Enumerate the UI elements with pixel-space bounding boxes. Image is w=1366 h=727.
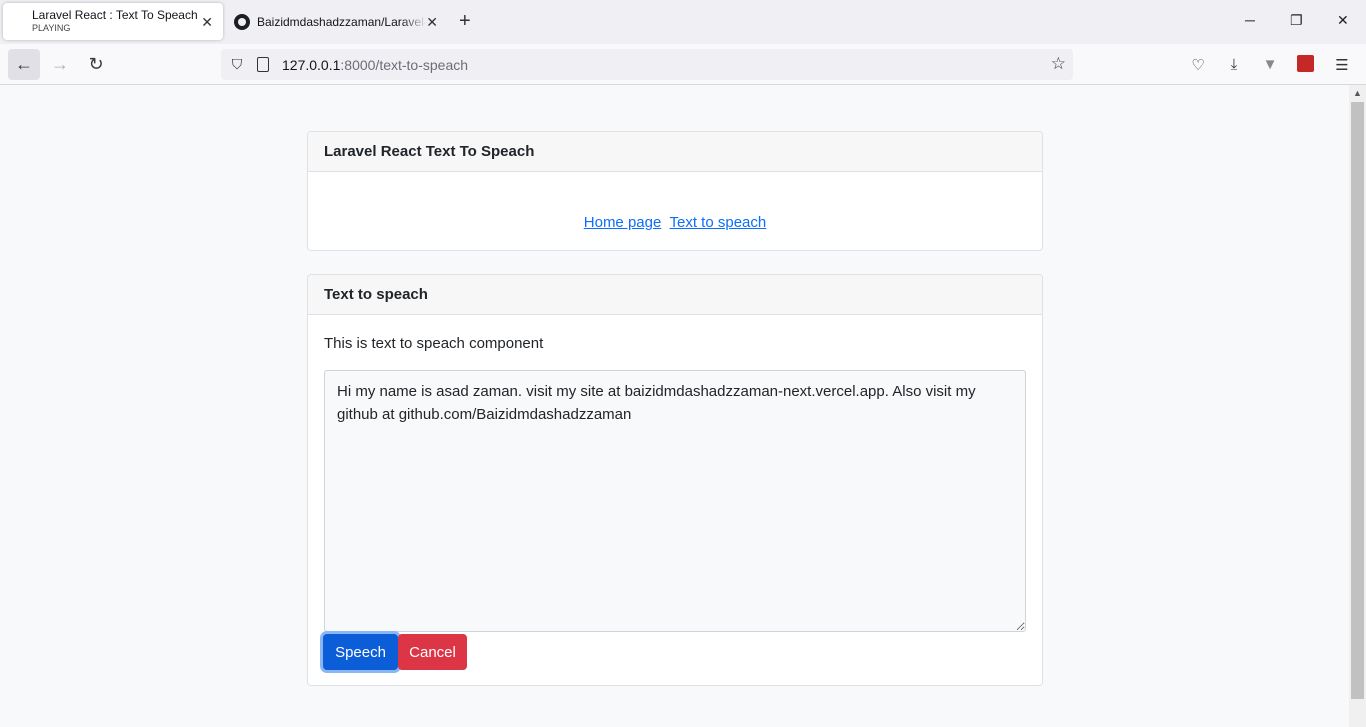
arrow-right-icon[interactable]: →: [44, 49, 76, 80]
nav-links: Home page Text to speach: [308, 214, 1042, 231]
tab-bar: Laravel React : Text To Speach PLAYING ✕…: [0, 0, 1366, 44]
tts-textarea[interactable]: Hi my name is asad zaman. visit my site …: [324, 370, 1026, 632]
extension-icon[interactable]: ▼: [1261, 56, 1279, 73]
scroll-up-icon[interactable]: ▲: [1353, 88, 1362, 98]
url-bar[interactable]: ⛉ 127.0.0.1:8000/text-to-speach ☆: [221, 49, 1073, 80]
tts-card: Text to speach This is text to speach co…: [307, 274, 1043, 686]
close-icon[interactable]: ✕: [426, 14, 438, 31]
download-icon[interactable]: ⤓: [1225, 56, 1243, 73]
cancel-button[interactable]: Cancel: [398, 634, 467, 670]
close-icon[interactable]: ✕: [201, 14, 213, 31]
url-text[interactable]: 127.0.0.1:8000/text-to-speach: [282, 57, 468, 73]
tab-github[interactable]: Baizidmdashadzzaman/Laravel- ✕: [234, 3, 444, 40]
addon-icon[interactable]: [1297, 55, 1314, 72]
tab-playing-label: PLAYING: [32, 22, 71, 33]
navigation-toolbar: ← → ↻ ⛉ 127.0.0.1:8000/text-to-speach ☆ …: [0, 44, 1366, 85]
github-icon: [234, 13, 250, 30]
tts-description: This is text to speach component: [324, 335, 544, 352]
tab-title: Laravel React : Text To Speach: [32, 7, 198, 22]
header-card: Laravel React Text To Speach Home page T…: [307, 131, 1043, 251]
star-icon[interactable]: ☆: [1051, 54, 1066, 74]
shield-icon[interactable]: ⛉: [229, 56, 245, 73]
hamburger-icon[interactable]: ☰: [1333, 56, 1351, 74]
pocket-icon[interactable]: ♡: [1189, 56, 1207, 74]
speech-button[interactable]: Speech: [323, 634, 398, 670]
url-host: 127.0.0.1: [282, 56, 341, 73]
scrollbar[interactable]: ▲: [1349, 85, 1366, 727]
tts-card-title: Text to speach: [308, 275, 1042, 315]
home-page-link[interactable]: Home page: [584, 214, 662, 231]
window-close-icon[interactable]: ✕: [1337, 12, 1349, 29]
url-path: :8000/text-to-speach: [340, 56, 469, 73]
tab-title: Baizidmdashadzzaman/Laravel-: [257, 14, 427, 29]
tab-laravel-react[interactable]: Laravel React : Text To Speach PLAYING ✕: [3, 3, 223, 40]
restore-icon[interactable]: ❐: [1290, 12, 1303, 29]
plus-icon[interactable]: +: [459, 10, 471, 32]
scrollbar-thumb[interactable]: [1351, 102, 1364, 699]
arrow-left-icon[interactable]: ←: [8, 49, 40, 80]
text-to-speach-link[interactable]: Text to speach: [670, 214, 767, 231]
header-card-title: Laravel React Text To Speach: [308, 132, 1042, 172]
minimize-icon[interactable]: ─: [1245, 12, 1255, 28]
tab-text: Laravel React : Text To Speach PLAYING: [32, 7, 198, 35]
page-icon: [257, 57, 269, 72]
reload-icon[interactable]: ↻: [80, 49, 112, 80]
